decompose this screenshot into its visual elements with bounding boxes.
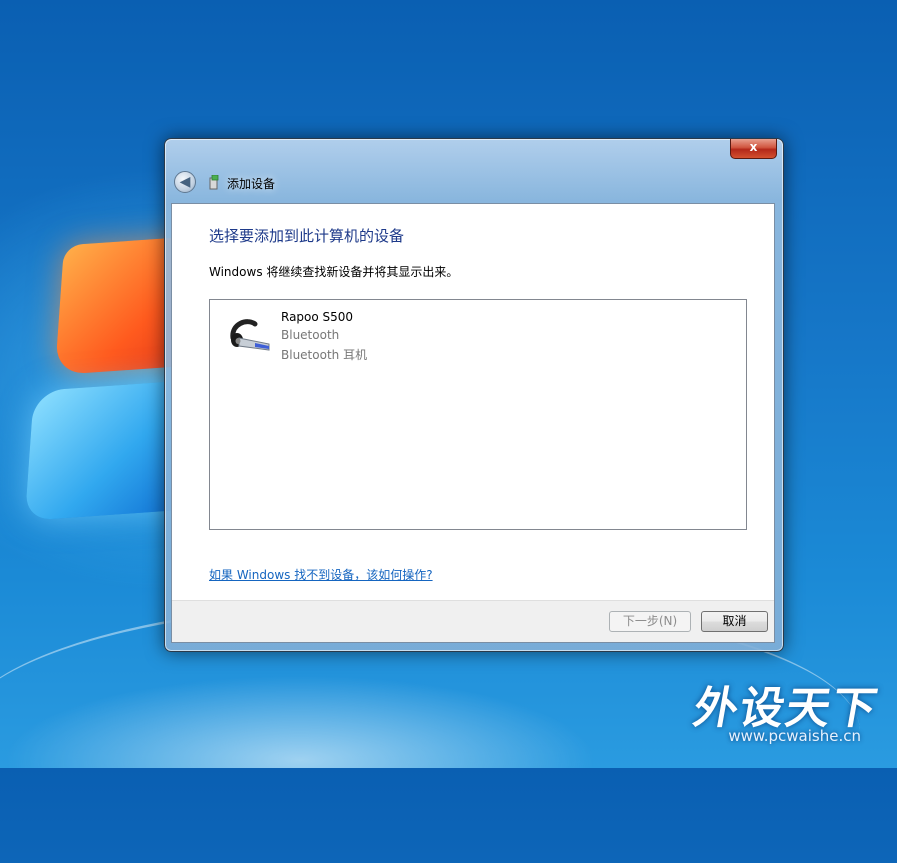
cancel-button[interactable]: 取消 xyxy=(701,611,768,632)
watermark-url: www.pcwaishe.cn xyxy=(728,727,861,745)
headset-icon xyxy=(230,319,270,351)
page-description: Windows 将继续查找新设备并将其显示出来。 xyxy=(209,265,459,279)
next-button[interactable]: 下一步(N) xyxy=(609,611,691,632)
device-type: Bluetooth xyxy=(281,328,340,342)
device-icon xyxy=(209,175,219,190)
close-button[interactable]: x xyxy=(730,139,777,159)
back-arrow-icon: ◀ xyxy=(179,174,191,190)
device-list[interactable]: Rapoo S500 Bluetooth Bluetooth 耳机 xyxy=(209,299,747,530)
add-device-window: x ◀ 添加设备 选择要添加到此计算机的设备 Windows 将继续查找新设备并… xyxy=(164,138,784,652)
window-title: 添加设备 xyxy=(227,177,276,191)
help-link[interactable]: 如果 Windows 找不到设备，该如何操作? xyxy=(209,566,433,583)
page-heading: 选择要添加到此计算机的设备 xyxy=(209,227,405,245)
device-category: Bluetooth 耳机 xyxy=(281,348,368,362)
device-name: Rapoo S500 xyxy=(281,310,354,324)
dialog-content: 选择要添加到此计算机的设备 Windows 将继续查找新设备并将其显示出来。 R… xyxy=(171,203,775,643)
device-list-item[interactable]: Rapoo S500 Bluetooth Bluetooth 耳机 xyxy=(225,306,425,366)
back-button[interactable]: ◀ xyxy=(174,171,196,193)
dialog-footer: 下一步(N) 取消 xyxy=(172,600,774,642)
